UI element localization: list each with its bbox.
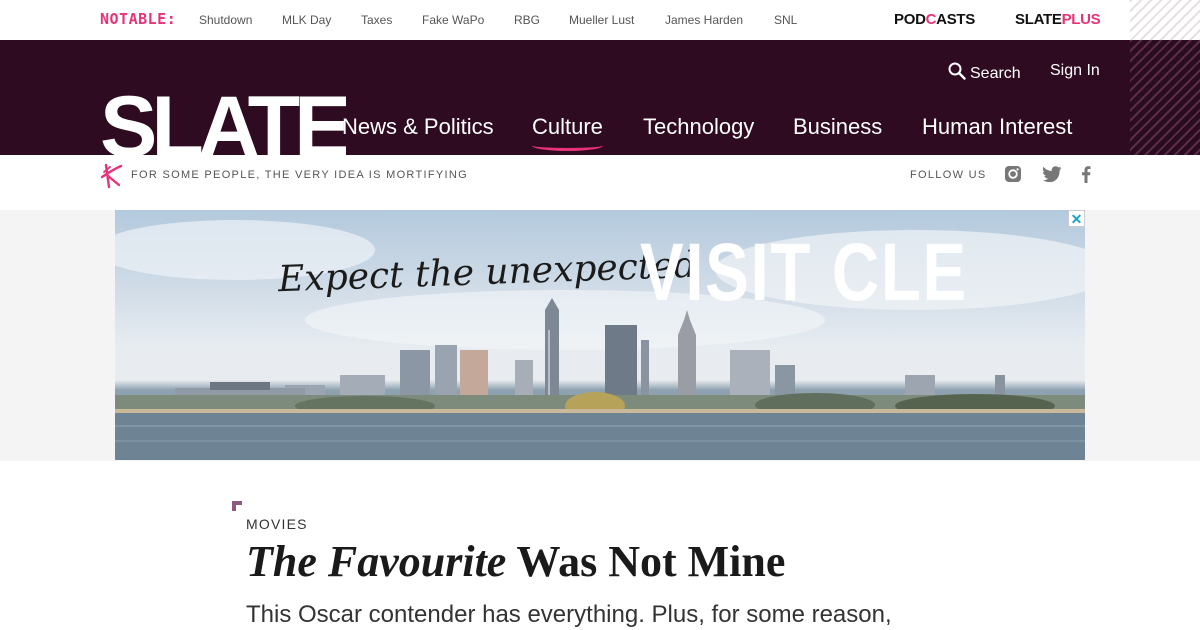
nav-human-interest[interactable]: Human Interest (922, 114, 1072, 140)
trending-link[interactable]: SNL (774, 13, 797, 27)
podcast-mic-icon: C (925, 11, 937, 28)
headline-rest: Was Not Mine (506, 537, 786, 586)
tagline-row: FOR SOME PEOPLE, THE VERY IDEA IS MORTIF… (0, 155, 1200, 210)
slate-logo[interactable]: SLATE (100, 84, 346, 155)
trending-link[interactable]: Fake WaPo (422, 13, 484, 27)
article-headline: The Favourite Was Not Mine (246, 536, 785, 587)
trending-link[interactable]: RBG (514, 13, 540, 27)
notable-label: NOTABLE: (100, 10, 177, 28)
slate-plus-slate: SLATE (1015, 11, 1062, 28)
slate-plus-link[interactable]: SLATEPLUS (1015, 11, 1101, 28)
section-corner-mark (232, 501, 242, 511)
follow-us-label: FOLLOW US (910, 169, 987, 181)
nav-technology[interactable]: Technology (643, 114, 754, 140)
ad-title: VISIT CLE (640, 227, 968, 318)
section-kicker[interactable]: MOVIES (246, 516, 308, 532)
sign-in-link[interactable]: Sign In (1050, 62, 1100, 80)
podcasts-link[interactable]: PODCASTS (894, 11, 975, 28)
tagline-text: FOR SOME PEOPLE, THE VERY IDEA IS MORTIF… (131, 169, 468, 181)
trending-link[interactable]: James Harden (665, 13, 743, 27)
trending-link[interactable]: Mueller Lust (569, 13, 634, 27)
ad-close-icon[interactable]: ✕ (1068, 210, 1085, 227)
facebook-icon[interactable] (1081, 166, 1091, 188)
trending-bar: NOTABLE: Shutdown MLK Day Taxes Fake WaP… (0, 0, 1130, 40)
nav-news-politics[interactable]: News & Politics (342, 114, 494, 140)
masthead: Search Sign In SLATE News & Politics Cul… (0, 40, 1130, 155)
podcasts-suffix: ASTS (936, 11, 975, 28)
decorative-stripes-light (1130, 0, 1200, 40)
trending-link[interactable]: MLK Day (282, 13, 331, 27)
trending-link[interactable]: Taxes (361, 13, 392, 27)
nav-culture[interactable]: Culture (532, 114, 603, 151)
podcasts-prefix: POD (894, 11, 926, 28)
slate-spark-icon (100, 163, 124, 194)
search-icon (948, 62, 966, 85)
ad-container: Expect the unexpected VISIT CLE ✕ (0, 210, 1200, 461)
visit-cle-ad[interactable]: Expect the unexpected VISIT CLE ✕ (115, 210, 1085, 460)
twitter-icon[interactable] (1042, 166, 1062, 187)
search-button[interactable]: Search (948, 62, 1021, 85)
headline-italic: The Favourite (246, 537, 507, 586)
nav-business[interactable]: Business (793, 114, 882, 140)
slate-plus-plus: PLUS (1061, 11, 1101, 28)
instagram-icon[interactable] (1004, 165, 1022, 188)
trending-link[interactable]: Shutdown (199, 13, 252, 27)
decorative-stripes (1130, 40, 1200, 155)
article-dek: This Oscar contender has everything. Plu… (246, 601, 892, 628)
search-label: Search (970, 64, 1021, 82)
